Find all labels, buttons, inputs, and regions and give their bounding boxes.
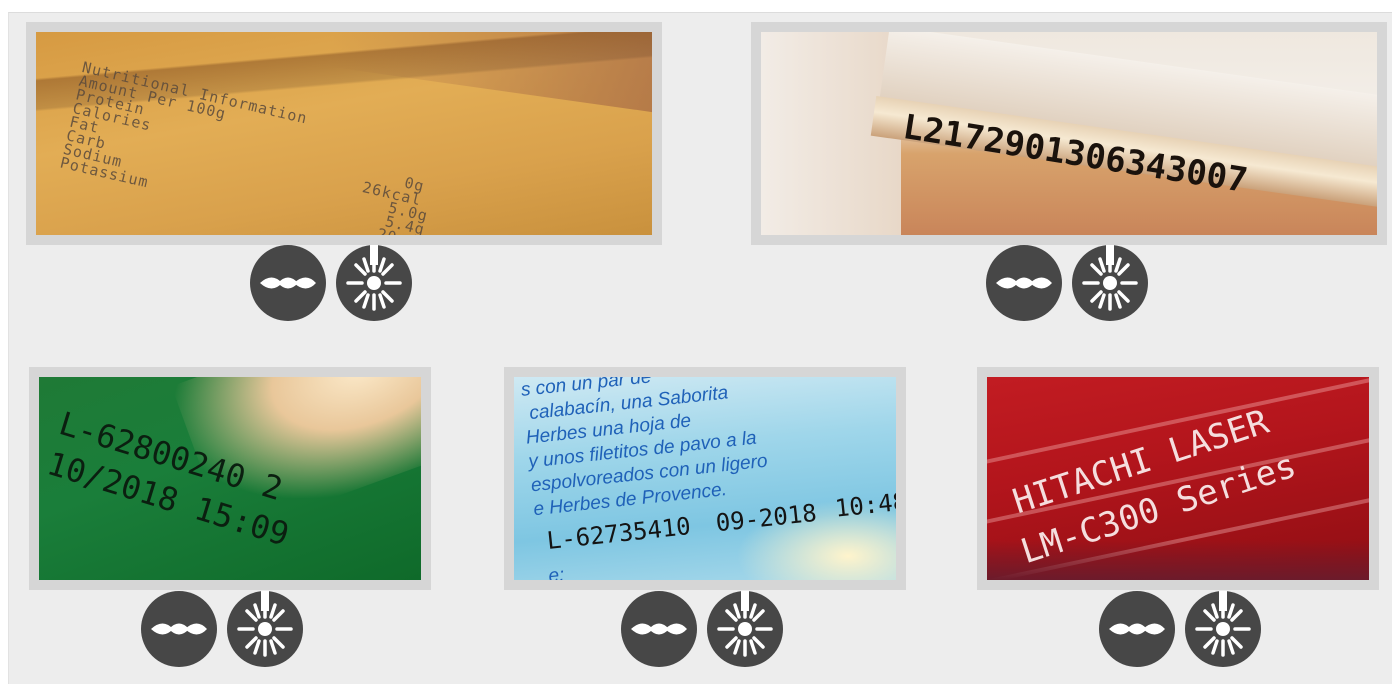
printed-code: 10:48 (833, 487, 896, 523)
printed-code: L-62735410 (545, 512, 693, 555)
technology-icons (250, 245, 412, 321)
technology-icons (141, 591, 303, 667)
laser-burst-icon[interactable] (1072, 245, 1148, 321)
sample-card-gold-can: L2172901306343007 (751, 22, 1387, 245)
technology-icons (621, 591, 783, 667)
laser-burst-icon[interactable] (1185, 591, 1261, 667)
inkjet-dots-icon[interactable] (1099, 591, 1175, 667)
sample-photo-green-label[interactable]: L-62800240 2 10/2018 15:09 (39, 377, 421, 580)
inkjet-dots-icon[interactable] (621, 591, 697, 667)
sample-photo-gold-can[interactable]: L2172901306343007 (761, 32, 1377, 235)
inkjet-dots-icon[interactable] (141, 591, 217, 667)
laser-burst-icon[interactable] (227, 591, 303, 667)
sample-photo-red-tube[interactable]: HITACHI LASER LM-C300 Series (987, 377, 1369, 580)
technology-icons (1099, 591, 1261, 667)
sample-photo-blue-packet[interactable]: s con un par de calabacín, una Saborita … (514, 377, 896, 580)
sample-photo-kraft-box[interactable]: Nutritional Information Amount Per 100g … (36, 32, 652, 235)
sample-card-green-label: L-62800240 2 10/2018 15:09 (29, 367, 431, 590)
printed-line: e: (547, 564, 566, 580)
sample-card-nutrition: Nutritional Information Amount Per 100g … (26, 22, 662, 245)
sample-card-blue-packet: s con un par de calabacín, una Saborita … (504, 367, 906, 590)
sample-card-red-tube: HITACHI LASER LM-C300 Series (977, 367, 1379, 590)
inkjet-dots-icon[interactable] (250, 245, 326, 321)
laser-burst-icon[interactable] (707, 591, 783, 667)
laser-burst-icon[interactable] (336, 245, 412, 321)
technology-icons (986, 245, 1148, 321)
inkjet-dots-icon[interactable] (986, 245, 1062, 321)
product-gallery: Nutritional Information Amount Per 100g … (8, 12, 1392, 684)
